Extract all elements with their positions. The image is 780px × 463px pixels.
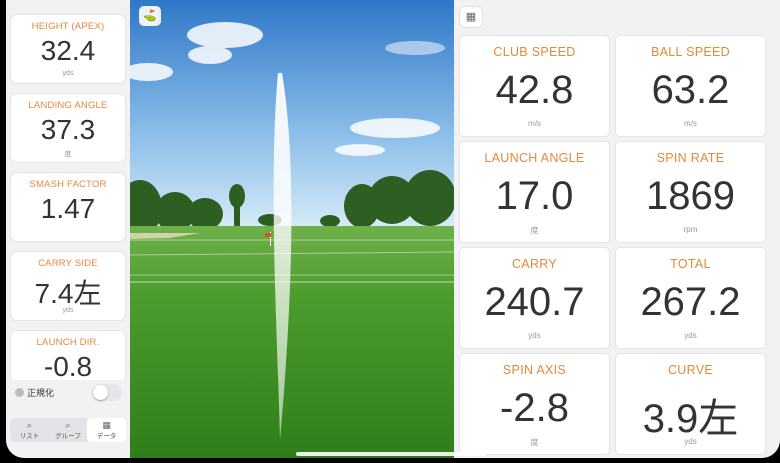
normalize-switch[interactable]	[92, 384, 122, 401]
metric-value: 240.7	[484, 280, 585, 324]
metric-card-spin-rate[interactable]: SPIN RATE 1869 rpm	[616, 142, 765, 242]
tab-data[interactable]: ▦ データ	[87, 418, 127, 442]
trajectory-view-icon[interactable]: ⛳	[139, 6, 161, 26]
metric-label: SPIN AXIS	[502, 363, 567, 377]
metric-label: HEIGHT (APEX)	[31, 21, 105, 32]
metric-card-spin-axis[interactable]: SPIN AXIS -2.8 度	[460, 354, 609, 454]
tab-label: リスト	[19, 433, 40, 440]
home-indicator[interactable]	[296, 452, 486, 456]
metric-unit: 度	[64, 151, 72, 158]
normalize-label: 正規化	[27, 388, 55, 398]
metric-value: 1.47	[40, 193, 96, 224]
metric-label: SPIN RATE	[656, 151, 725, 165]
fairway	[130, 226, 454, 458]
metric-label: CARRY	[511, 257, 558, 271]
group-icon: ⌕	[65, 420, 71, 430]
switch-knob	[93, 385, 108, 400]
metric-unit: yds	[684, 437, 697, 446]
metric-unit: 度	[530, 438, 539, 447]
tab-group[interactable]: ⌕ グループ	[49, 418, 88, 442]
metric-unit: rpm	[683, 225, 698, 234]
view-tab-bar: ⌕ リスト ⌕ グループ ▦ データ	[10, 418, 127, 442]
metric-label: LANDING ANGLE	[28, 100, 108, 111]
metric-card-height-apex[interactable]: HEIGHT (APEX) 32.4 yds	[11, 15, 125, 83]
metric-value: 1869	[646, 174, 735, 218]
grid-layout-icon[interactable]: ▦	[460, 7, 482, 27]
tab-label: データ	[96, 433, 117, 440]
metric-unit: m/s	[684, 119, 697, 128]
metric-unit: m/s	[528, 119, 541, 128]
normalize-toggle-row: 正規化	[6, 380, 130, 406]
metric-value: 3.9左	[642, 397, 739, 441]
left-metrics-panel: HEIGHT (APEX) 32.4 yds LANDING ANGLE 37.…	[6, 0, 130, 458]
metric-value: 42.8	[495, 68, 574, 112]
metric-value: 37.3	[40, 114, 96, 145]
metric-label: BALL SPEED	[651, 45, 730, 59]
metric-card-landing-angle[interactable]: LANDING ANGLE 37.3 度	[11, 94, 125, 162]
metric-label: CURVE	[667, 363, 714, 377]
data-grid-icon: ▦	[102, 420, 111, 430]
metric-unit: yds	[684, 331, 697, 340]
metric-card-carry-side[interactable]: CARRY SIDE 7.4左 yds	[11, 252, 125, 320]
metric-unit: yds	[62, 307, 74, 314]
metric-label: LAUNCH DIR.	[36, 337, 100, 348]
tab-label: グループ	[55, 433, 81, 440]
metric-card-ball-speed[interactable]: BALL SPEED 63.2 m/s	[616, 36, 765, 136]
right-metrics-panel: ▦ CLUB SPEED 42.8 m/s BALL SPEED 63.2 m/…	[454, 0, 780, 458]
metric-value: -0.8	[43, 351, 93, 382]
metric-card-total[interactable]: TOTAL 267.2 yds	[616, 248, 765, 348]
course-scene-graphic	[130, 0, 454, 458]
metric-card-launch-angle[interactable]: LAUNCH ANGLE 17.0 度	[460, 142, 609, 242]
metric-value: 63.2	[651, 68, 730, 112]
metric-label: CLUB SPEED	[493, 45, 576, 59]
metric-label: CARRY SIDE	[38, 258, 98, 269]
app-frame: HEIGHT (APEX) 32.4 yds LANDING ANGLE 37.…	[0, 0, 780, 463]
metric-value: 7.4左	[34, 278, 102, 309]
metric-label: SMASH FACTOR	[29, 179, 107, 190]
normalize-indicator-icon	[15, 388, 24, 397]
metric-card-smash-factor[interactable]: SMASH FACTOR 1.47	[11, 173, 125, 241]
metric-label: LAUNCH ANGLE	[484, 151, 585, 165]
metric-unit: yds	[528, 331, 541, 340]
tab-list[interactable]: ⌕ リスト	[10, 418, 49, 442]
metric-card-carry[interactable]: CARRY 240.7 yds	[460, 248, 609, 348]
metric-value: -2.8	[500, 386, 569, 430]
metric-unit: yds	[62, 70, 74, 77]
metric-card-club-speed[interactable]: CLUB SPEED 42.8 m/s	[460, 36, 609, 136]
metric-value: 17.0	[495, 174, 574, 218]
metric-unit: 度	[530, 226, 539, 235]
list-icon: ⌕	[26, 420, 32, 430]
metric-value: 267.2	[640, 280, 741, 324]
course-scene[interactable]: ⛳	[130, 0, 454, 458]
metric-label: TOTAL	[670, 257, 711, 271]
metric-value: 32.4	[40, 35, 96, 66]
metric-card-curve[interactable]: CURVE 3.9左 yds	[616, 354, 765, 454]
